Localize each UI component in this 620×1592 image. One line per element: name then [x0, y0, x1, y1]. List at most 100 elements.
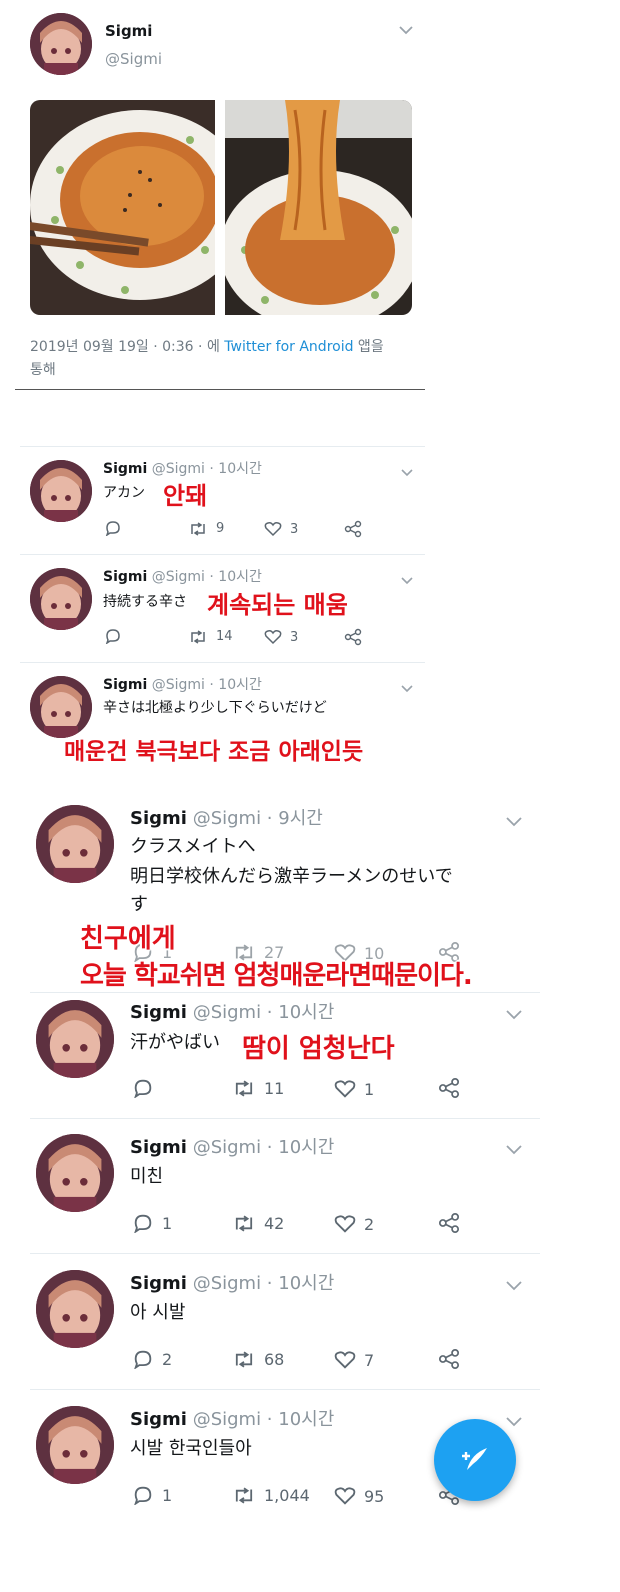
chevron-down-icon[interactable] [398, 20, 414, 39]
like-count: 3 [290, 629, 299, 645]
retweet-button[interactable]: 1,044 [232, 1486, 310, 1505]
share-button[interactable] [438, 1348, 460, 1370]
tweet-text-line1: クラスメイトへ [130, 836, 256, 857]
author-name[interactable]: Sigmi [103, 677, 147, 693]
avatar[interactable] [36, 1406, 114, 1484]
retweet-button[interactable]: 68 [232, 1350, 284, 1369]
share-button[interactable] [438, 1077, 460, 1099]
reply-button[interactable]: 1 [132, 1213, 172, 1233]
translation-caption: 안돼 [163, 482, 208, 510]
author-handle[interactable]: @Sigmi · 10시간 [193, 1409, 335, 1430]
author-name[interactable]: Sigmi [130, 1273, 187, 1294]
chevron-down-icon[interactable] [505, 1005, 523, 1024]
reply-button[interactable] [132, 1078, 154, 1098]
author-name[interactable]: Sigmi [130, 1409, 187, 1430]
avatar[interactable] [36, 1000, 114, 1078]
author-name[interactable]: Sigmi [103, 461, 147, 477]
author-handle[interactable]: @Sigmi · 10시간 [193, 1002, 335, 1023]
retweet-icon [235, 1487, 253, 1504]
translation-caption-line2: 오늘 학교쉬면 엄청매운라면때문이다. [80, 961, 473, 991]
tweet-image-noodles-lift[interactable] [225, 100, 412, 315]
avatar[interactable] [30, 568, 92, 630]
timestamp-suffix: 앱을 [353, 339, 384, 355]
avatar[interactable] [36, 1270, 114, 1348]
retweet-button[interactable]: 42 [232, 1214, 284, 1233]
reply-icon [105, 629, 120, 644]
author-name[interactable]: Sigmi [130, 808, 187, 829]
chevron-down-icon[interactable] [400, 570, 414, 589]
retweet-button[interactable]: 11 [232, 1079, 284, 1098]
compose-tweet-button[interactable] [434, 1419, 516, 1501]
like-button[interactable]: 3 [264, 629, 298, 645]
author-handle[interactable]: @Sigmi · 10시간 [152, 461, 262, 477]
author-name[interactable]: Sigmi [105, 22, 152, 40]
tweet-text: 辛さは北極より少し下ぐらいだけど [103, 700, 327, 716]
retweet-count: 14 [216, 629, 233, 644]
avatar[interactable] [36, 805, 114, 883]
divider [20, 554, 425, 555]
retweet-count: 11 [264, 1079, 285, 1098]
author-handle[interactable]: @Sigmi [105, 50, 162, 68]
source-link[interactable]: Twitter for Android [224, 339, 353, 355]
translation-caption: 계속되는 매움 [207, 591, 348, 619]
share-button[interactable] [344, 628, 362, 646]
compose-tweet-icon [462, 1448, 487, 1470]
avatar[interactable] [30, 676, 92, 738]
like-icon [264, 630, 282, 645]
retweet-count: 1,044 [264, 1486, 310, 1505]
tweet-text: 시발 한국인들아 [130, 1438, 252, 1459]
reply-icon [134, 1079, 152, 1098]
author-handle[interactable]: @Sigmi · 10시간 [152, 569, 262, 585]
chevron-down-icon[interactable] [400, 678, 414, 697]
retweet-button[interactable]: 9 [188, 521, 224, 536]
share-icon [344, 628, 362, 646]
share-icon [438, 1212, 460, 1234]
reply-button[interactable]: 2 [132, 1349, 172, 1369]
chevron-down-icon[interactable] [505, 1412, 523, 1431]
chevron-down-icon[interactable] [505, 1276, 523, 1295]
chevron-down-icon[interactable] [505, 812, 523, 831]
share-button[interactable] [344, 520, 362, 538]
author-handle[interactable]: @Sigmi · 10시간 [193, 1273, 335, 1294]
reply-button[interactable]: 1 [132, 1485, 172, 1505]
tweet-image-noodles-bowl[interactable] [30, 100, 215, 315]
author-handle[interactable]: @Sigmi · 10시간 [193, 1137, 335, 1158]
translation-caption: 매운건 북극보다 조금 아래인듯 [64, 739, 364, 765]
tweet-text-line2: 明日学校休んだら激辛ラーメンのせいで [130, 866, 453, 887]
tweet-text: アカン [103, 485, 145, 501]
share-icon [344, 520, 362, 538]
avatar[interactable] [30, 13, 92, 75]
like-count: 95 [364, 1486, 385, 1506]
reply-count: 1 [162, 1485, 173, 1505]
author-name[interactable]: Sigmi [130, 1002, 187, 1023]
translation-caption: 땀이 엄청난다 [242, 1034, 395, 1064]
tweet-text: 汗がやばい [130, 1032, 220, 1053]
tweet-text: 아 시발 [130, 1302, 186, 1323]
like-button[interactable]: 3 [264, 521, 298, 537]
reply-header: Sigmi @Sigmi · 10시간 [130, 1133, 334, 1159]
reply-count: 2 [162, 1349, 173, 1369]
like-count: 1 [364, 1079, 375, 1099]
chevron-down-icon[interactable] [400, 462, 414, 481]
timestamp-text: 2019년 09월 19일 · 0:36 · 에 [30, 339, 225, 355]
reply-button[interactable] [104, 628, 122, 644]
like-button[interactable]: 1 [334, 1079, 374, 1099]
retweet-icon [191, 629, 205, 644]
author-handle[interactable]: @Sigmi · 9시간 [193, 808, 323, 829]
author-name[interactable]: Sigmi [103, 569, 147, 585]
avatar[interactable] [30, 460, 92, 522]
avatar[interactable] [36, 1134, 114, 1212]
reply-header: Sigmi @Sigmi · 10시간 [130, 1405, 334, 1431]
reply-button[interactable] [104, 520, 122, 536]
like-button[interactable]: 95 [334, 1486, 384, 1506]
share-button[interactable] [438, 1212, 460, 1234]
retweet-icon [235, 1215, 253, 1232]
retweet-button[interactable]: 14 [188, 629, 233, 644]
like-button[interactable]: 2 [334, 1214, 374, 1234]
author-handle[interactable]: @Sigmi · 10시간 [152, 677, 262, 693]
like-icon [334, 1351, 356, 1369]
author-name[interactable]: Sigmi [130, 1137, 187, 1158]
reply-header: Sigmi @Sigmi · 9시간 [130, 804, 323, 830]
like-button[interactable]: 7 [334, 1350, 374, 1370]
chevron-down-icon[interactable] [505, 1140, 523, 1159]
